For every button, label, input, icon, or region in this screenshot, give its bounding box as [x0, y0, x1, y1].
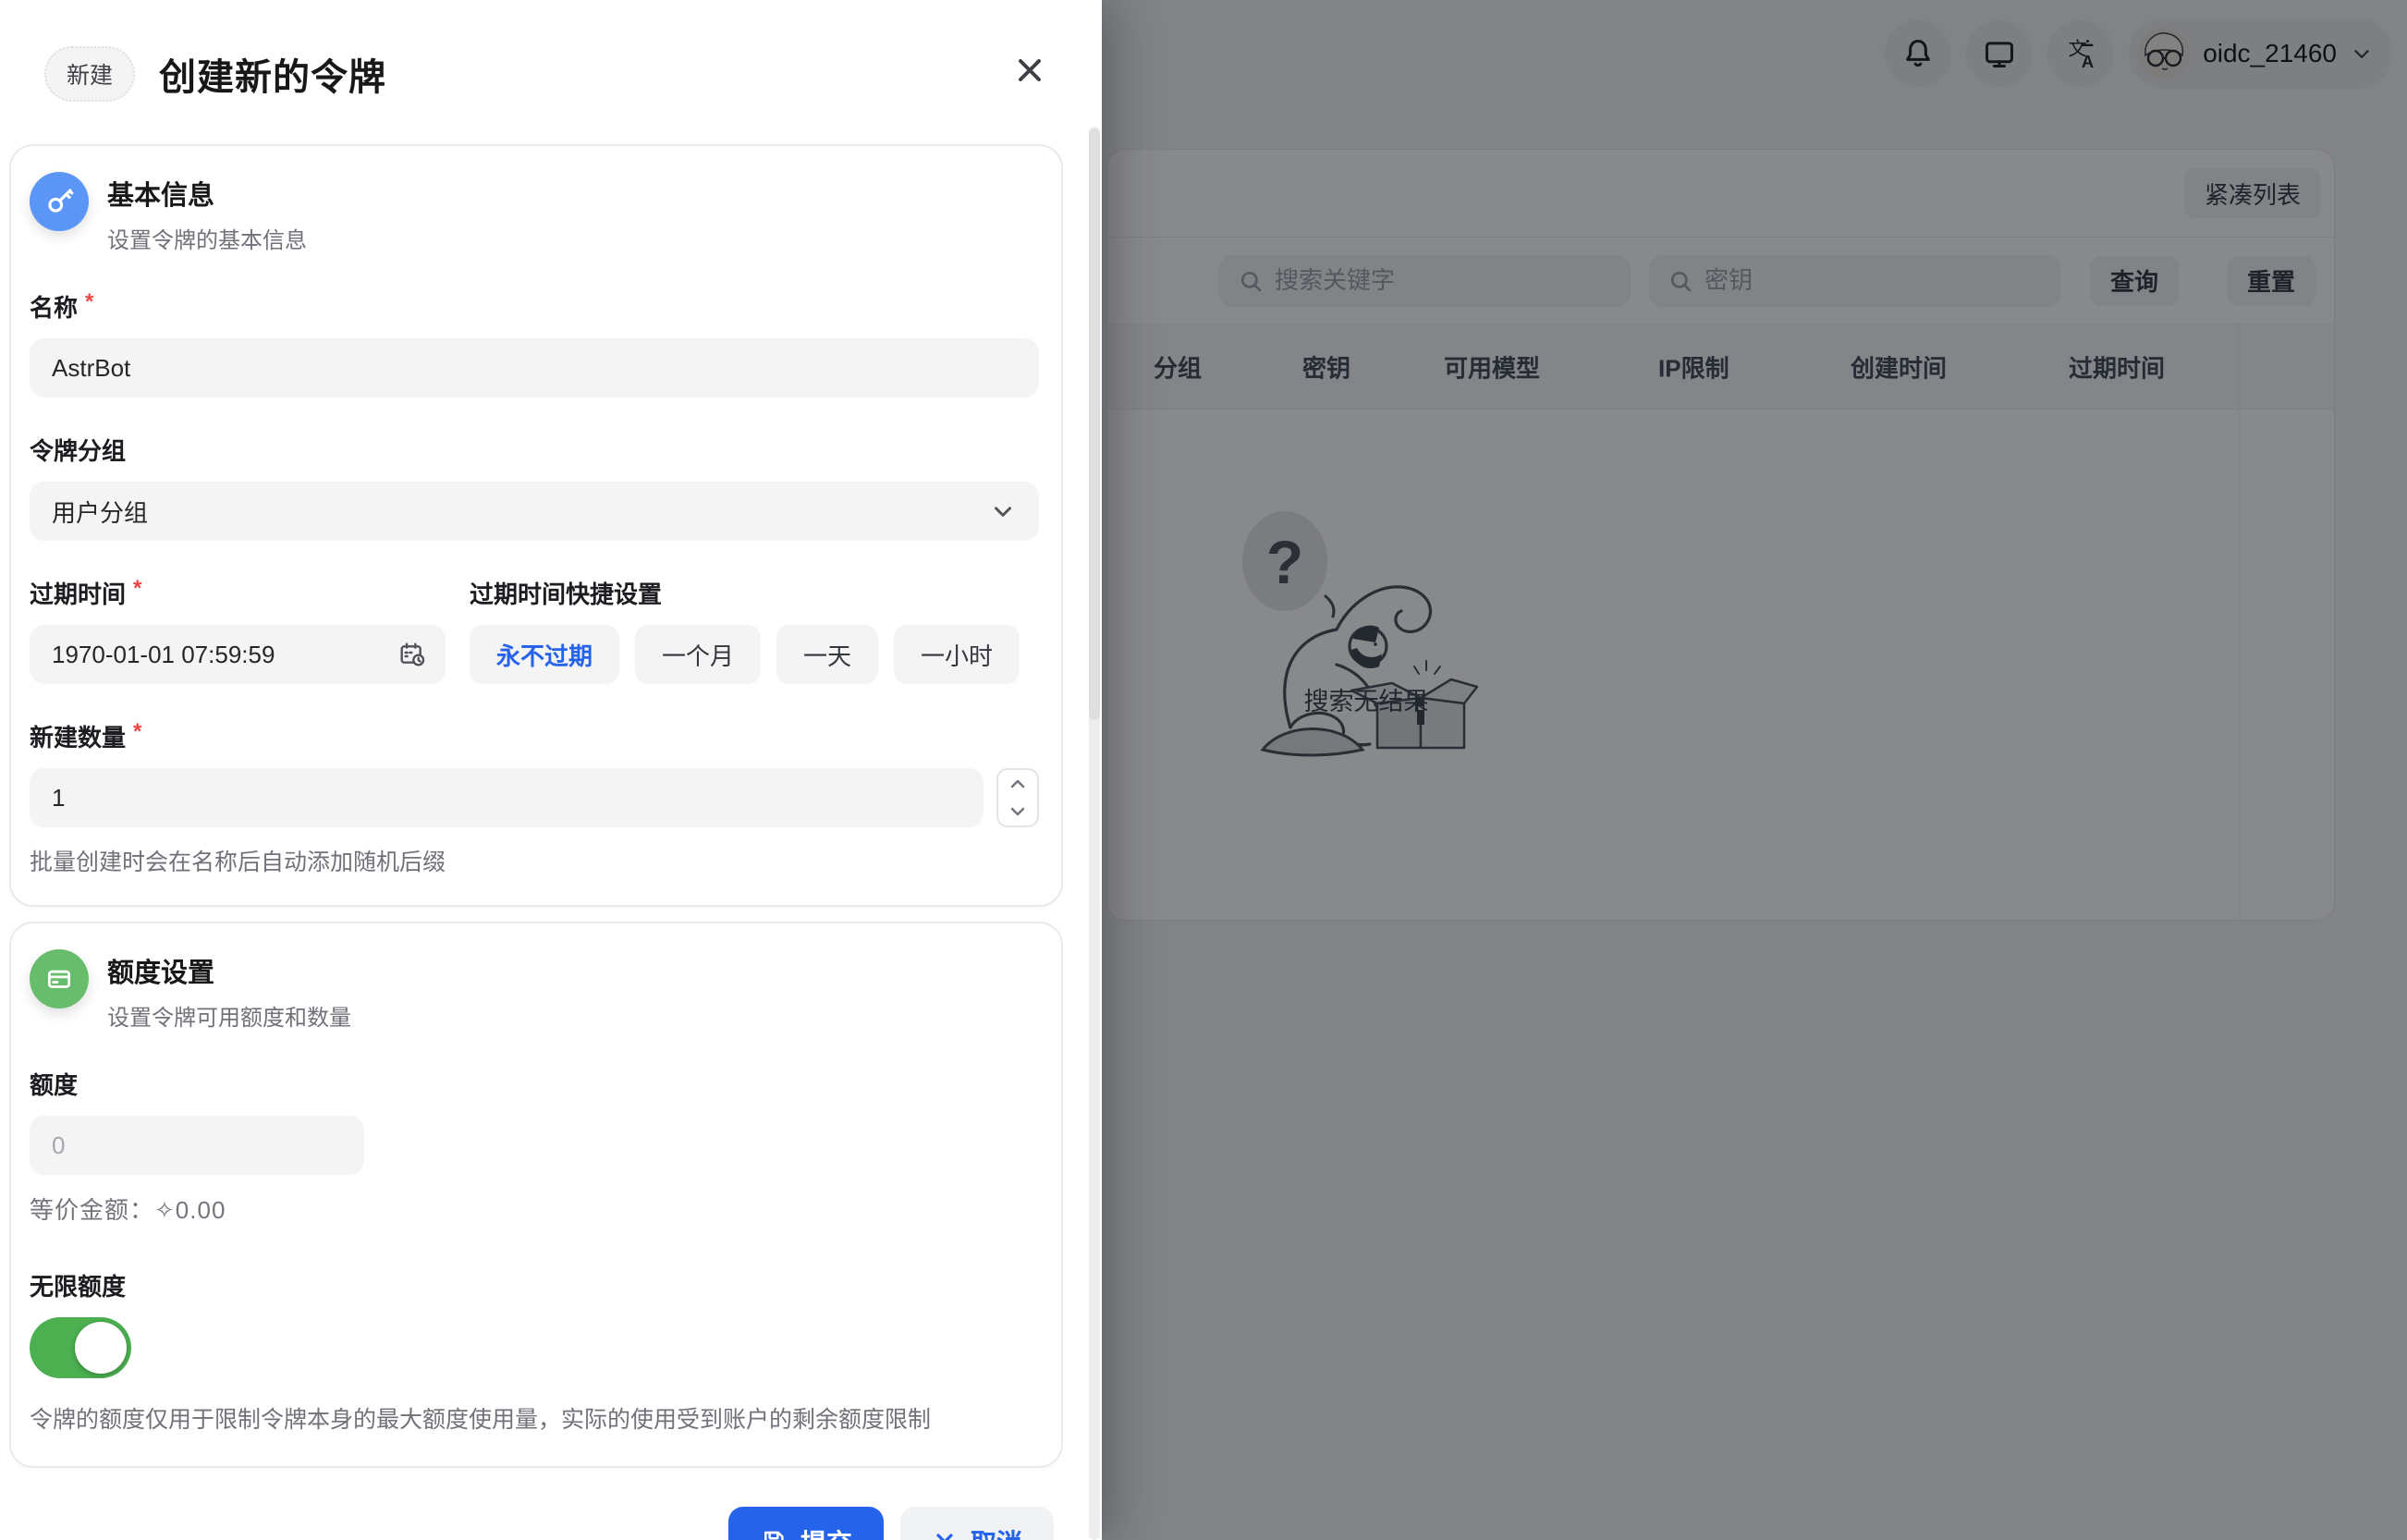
search-icon: [1238, 268, 1264, 294]
toggle-knob: [75, 1322, 127, 1374]
table-header-row: 分组 密钥 可用模型 IP限制 创建时间 过期时间: [1107, 324, 2334, 409]
calendar-clock-icon[interactable]: [397, 640, 427, 669]
close-button[interactable]: [1008, 48, 1052, 92]
unlimited-label: 无限额度: [30, 1268, 1039, 1302]
tokens-table-card: 紧凑列表: [1106, 149, 2335, 921]
drawer-scrollbar-thumb[interactable]: [1089, 128, 1100, 720]
count-row: [30, 768, 1039, 827]
new-badge: 新建: [44, 46, 135, 102]
user-menu[interactable]: oidc_21460: [2129, 18, 2392, 89]
expire-col: 过期时间 * 1970-01-01 07:59:59: [30, 541, 446, 684]
empty-state-text: 搜索无结果: [1237, 681, 1496, 717]
required-marker: *: [85, 289, 93, 313]
language-button[interactable]: 文 A: [2047, 20, 2114, 87]
reset-button[interactable]: 重置: [2227, 256, 2315, 306]
quota-input[interactable]: [30, 1116, 364, 1175]
close-icon: [1011, 52, 1048, 89]
group-label: 令牌分组: [30, 433, 1039, 467]
expire-datetime-value: 1970-01-01 07:59:59: [52, 641, 275, 669]
svg-text:A: A: [2082, 52, 2094, 71]
th-expire-time: 过期时间: [2069, 349, 2165, 384]
empty-state-illustration: ?: [1237, 507, 1496, 785]
svg-text:?: ?: [1266, 528, 1303, 596]
required-marker: *: [133, 576, 141, 600]
keyword-search-input[interactable]: [1275, 266, 1612, 295]
count-stepper: [996, 768, 1039, 827]
quick-one-hour-button[interactable]: 一小时: [894, 625, 1020, 684]
name-input[interactable]: [30, 338, 1039, 397]
user-avatar: [2138, 28, 2190, 79]
group-select-value: 用户分组: [52, 495, 148, 529]
key-search-input[interactable]: [1704, 266, 2042, 295]
stepper-down-button[interactable]: [998, 798, 1037, 825]
th-ip-limit: IP限制: [1658, 349, 1729, 384]
basic-info-title: 基本信息: [107, 172, 307, 213]
quick-expire-label: 过期时间快捷设置: [470, 576, 1039, 610]
search-icon: [1668, 268, 1693, 294]
quota-head: 额度设置 设置令牌可用额度和数量: [30, 949, 1039, 1032]
query-button[interactable]: 查询: [2090, 256, 2179, 306]
equiv-value: ✧0.00: [154, 1196, 226, 1224]
quota-card: 额度设置 设置令牌可用额度和数量 额度 等价金额：✧0.00 无限额度 令牌的额…: [9, 922, 1063, 1468]
quick-one-month-button[interactable]: 一个月: [635, 625, 761, 684]
username: oidc_21460: [2203, 39, 2337, 68]
basic-info-head: 基本信息 设置令牌的基本信息: [30, 172, 1039, 254]
wallet-icon: [30, 949, 89, 1008]
basic-info-card: 基本信息 设置令牌的基本信息 名称 * 令牌分组 用户分组: [9, 144, 1063, 907]
equiv-label: 等价金额：: [30, 1196, 154, 1224]
name-label: 名称 *: [30, 289, 1039, 324]
th-created-time: 创建时间: [1851, 349, 1947, 384]
drawer-footer: 提交 取消: [0, 1483, 1102, 1540]
count-input[interactable]: [30, 768, 984, 827]
drawer-scrollbar: [1089, 127, 1100, 1540]
chevron-down-icon: [989, 497, 1017, 525]
th-group: 分组: [1154, 349, 1202, 384]
th-models: 可用模型: [1444, 349, 1540, 384]
key-search-field[interactable]: [1649, 255, 2060, 307]
drawer-title: 创建新的令牌: [159, 47, 386, 101]
quick-one-day-button[interactable]: 一天: [776, 625, 878, 684]
quick-expire-col: 过期时间快捷设置 永不过期 一个月 一天 一小时: [470, 541, 1039, 684]
quota-label: 额度: [30, 1067, 1039, 1101]
create-token-drawer: 新建 创建新的令牌: [0, 0, 1102, 1540]
cancel-x-icon: [932, 1529, 958, 1540]
keyword-search-field[interactable]: [1219, 255, 1631, 307]
expire-datetime-input[interactable]: 1970-01-01 07:59:59: [30, 625, 446, 684]
expire-label: 过期时间 *: [30, 576, 446, 610]
table-search-row: 查询 重置: [1107, 238, 2334, 324]
quick-expire-buttons: 永不过期 一个月 一天 一小时: [470, 625, 1039, 684]
group-select[interactable]: 用户分组: [30, 482, 1039, 541]
bell-icon: [1900, 36, 1936, 71]
required-marker: *: [133, 719, 141, 743]
expire-row: 过期时间 * 1970-01-01 07:59:59: [30, 541, 1039, 684]
display-mode-button[interactable]: [1966, 20, 2033, 87]
tokens-page: 文 A: [1102, 0, 2407, 1540]
topbar: 文 A: [1102, 0, 2407, 107]
unlimited-quota-toggle[interactable]: [30, 1317, 131, 1378]
drawer-header: 新建 创建新的令牌: [0, 0, 1102, 144]
stepper-up-button[interactable]: [998, 770, 1037, 798]
pinned-column-divider: [2239, 324, 2240, 920]
count-label: 新建数量 *: [30, 719, 1039, 753]
translate-icon: 文 A: [2062, 35, 2099, 72]
submit-button[interactable]: 提交: [728, 1507, 884, 1540]
basic-info-subtitle: 设置令牌的基本信息: [107, 222, 307, 254]
equiv-amount: 等价金额：✧0.00: [30, 1192, 1039, 1226]
quota-note: 令牌的额度仅用于限制令牌本身的最大额度使用量，实际的使用受到账户的剩余额度限制: [30, 1402, 1037, 1438]
cancel-button[interactable]: 取消: [900, 1507, 1054, 1540]
screen: 文 A: [0, 0, 2407, 1540]
th-key: 密钥: [1302, 349, 1350, 384]
table-toolbar: 紧凑列表: [1107, 150, 2334, 238]
notifications-button[interactable]: [1885, 20, 1951, 87]
count-hint: 批量创建时会在名称后自动添加随机后缀: [30, 844, 1039, 877]
quota-subtitle: 设置令牌可用额度和数量: [107, 999, 351, 1032]
key-icon: [30, 172, 89, 231]
quota-title: 额度设置: [107, 949, 351, 990]
chevron-down-icon: [2350, 42, 2374, 66]
monitor-icon: [1982, 36, 2017, 71]
quick-never-expire-button[interactable]: 永不过期: [470, 625, 619, 684]
compact-list-button[interactable]: 紧凑列表: [2184, 168, 2321, 218]
save-icon: [760, 1528, 788, 1540]
